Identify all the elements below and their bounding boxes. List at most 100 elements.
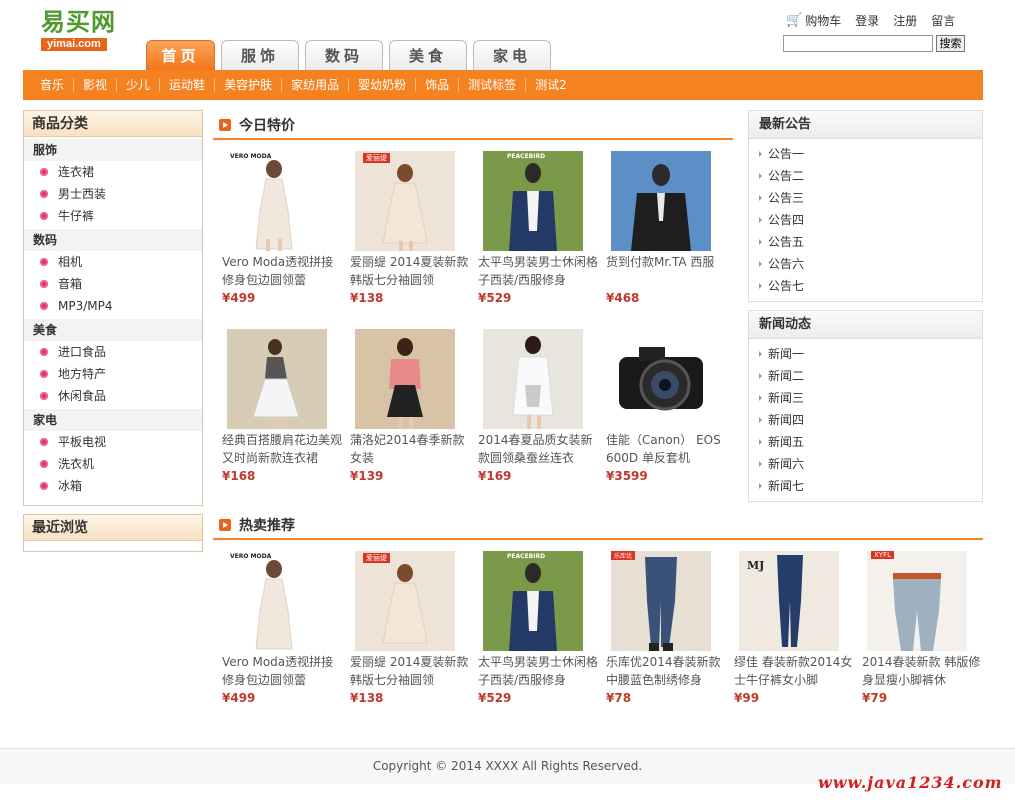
product-card[interactable]: 佳能（Canon） EOS 600D 单反套机 ¥3599 [606, 329, 726, 485]
product-name[interactable]: Vero Moda透视拼接修身包边圆领蕾 [222, 653, 342, 689]
product-image[interactable]: 爱丽缇 [355, 551, 455, 651]
product-image[interactable] [355, 329, 455, 429]
product-name[interactable]: 太平鸟男装男士休闲格子西装/西服修身 [478, 653, 598, 689]
product-name[interactable]: 货到付款Mr.TA 西服 [606, 253, 726, 289]
news-item[interactable]: 新闻五 [749, 431, 982, 453]
product-card[interactable]: 经典百搭腰肩花边美观又时尚新款连衣裙 ¥168 [222, 329, 342, 485]
news-title: 新闻动态 [749, 311, 982, 339]
sub-nav-item[interactable]: 测试标签 [459, 78, 527, 92]
category-item[interactable]: 牛仔裤 [24, 205, 202, 227]
category-head[interactable]: 美食 [24, 319, 202, 341]
product-name[interactable]: 缪佳 春装新款2014女士牛仔裤女小脚 [734, 653, 854, 689]
site-logo[interactable]: 易买网 yimai.com [41, 8, 127, 52]
category-item[interactable]: 平板电视 [24, 431, 202, 453]
product-card[interactable]: PEACEBIRD 太平鸟男装男士休闲格子西装/西服修身 ¥529 [478, 151, 598, 307]
product-image[interactable] [227, 329, 327, 429]
tab-clothing[interactable]: 服饰 [221, 40, 299, 70]
product-card[interactable]: 爱丽缇 爱丽缇 2014夏装新款韩版七分袖圆领 ¥138 [350, 151, 470, 307]
notice-item[interactable]: 公告一 [749, 143, 982, 165]
sub-nav-item[interactable]: 家纺用品 [282, 78, 350, 92]
product-name[interactable]: 2014春装新款 韩版修身显瘦小脚裤休 [862, 653, 982, 689]
category-item[interactable]: 音箱 [24, 273, 202, 295]
product-card[interactable]: 乐库优 乐库优2014春装新款中腰蓝色制绣修身 ¥78 [606, 551, 726, 707]
product-image[interactable]: 乐库优 [611, 551, 711, 651]
category-head[interactable]: 服饰 [24, 139, 202, 161]
sub-nav-item[interactable]: 运动鞋 [160, 78, 216, 92]
arrow-right-icon [759, 261, 762, 267]
section-arrow-icon [219, 519, 231, 531]
product-card[interactable]: 2014春夏品质女装新款圆领桑蚕丝连衣 ¥169 [478, 329, 598, 485]
product-image[interactable]: XYFL [867, 551, 967, 651]
product-card[interactable]: PEACEBIRD 太平鸟男装男士休闲格子西装/西服修身 ¥529 [478, 551, 598, 707]
register-link[interactable]: 注册 [893, 12, 917, 29]
product-image[interactable] [611, 329, 711, 429]
product-name[interactable]: 爱丽缇 2014夏装新款韩版七分袖圆领 [350, 653, 470, 689]
category-item[interactable]: 男士西装 [24, 183, 202, 205]
search-input[interactable] [783, 35, 933, 52]
news-item[interactable]: 新闻一 [749, 343, 982, 365]
product-name[interactable]: 蒲洛妃2014春季新款女装 [350, 431, 470, 467]
sub-nav-item[interactable]: 音乐 [31, 78, 75, 92]
product-image[interactable] [483, 329, 583, 429]
login-link[interactable]: 登录 [855, 12, 879, 29]
product-name[interactable]: 经典百搭腰肩花边美观又时尚新款连衣裙 [222, 431, 342, 467]
product-image[interactable] [611, 151, 711, 251]
search-button[interactable]: 搜索 [936, 35, 965, 52]
product-card[interactable]: XYFL 2014春装新款 韩版修身显瘦小脚裤休 ¥79 [862, 551, 982, 707]
sub-nav-item[interactable]: 少儿 [117, 78, 161, 92]
cart-link[interactable]: 🛒 购物车 [786, 12, 841, 29]
product-card[interactable]: 蒲洛妃2014春季新款女装 ¥139 [350, 329, 470, 485]
sub-nav-item[interactable]: 饰品 [416, 78, 460, 92]
category-head[interactable]: 数码 [24, 229, 202, 251]
notice-item[interactable]: 公告六 [749, 253, 982, 275]
category-item[interactable]: 休闲食品 [24, 385, 202, 407]
category-item[interactable]: 洗衣机 [24, 453, 202, 475]
arrow-right-icon [759, 373, 762, 379]
category-item[interactable]: 进口食品 [24, 341, 202, 363]
message-link[interactable]: 留言 [931, 12, 955, 29]
category-item[interactable]: 相机 [24, 251, 202, 273]
sub-nav-item[interactable]: 影视 [74, 78, 118, 92]
product-image[interactable]: VERO MODA [222, 551, 322, 651]
product-image[interactable]: PEACEBIRD [483, 151, 583, 251]
category-item[interactable]: 连衣裙 [24, 161, 202, 183]
notice-item[interactable]: 公告五 [749, 231, 982, 253]
product-image[interactable]: 爱丽缇 [355, 151, 455, 251]
news-item[interactable]: 新闻七 [749, 475, 982, 497]
category-head[interactable]: 家电 [24, 409, 202, 431]
notice-item[interactable]: 公告七 [749, 275, 982, 297]
tab-digital[interactable]: 数码 [305, 40, 383, 70]
tab-appliance[interactable]: 家电 [473, 40, 551, 70]
news-item[interactable]: 新闻六 [749, 453, 982, 475]
product-image[interactable]: MJ [739, 551, 839, 651]
bullet-icon [40, 212, 48, 220]
category-item[interactable]: 地方特产 [24, 363, 202, 385]
product-name[interactable]: 佳能（Canon） EOS 600D 单反套机 [606, 431, 726, 467]
product-name[interactable]: 爱丽缇 2014夏装新款韩版七分袖圆领 [350, 253, 470, 289]
sub-nav-item[interactable]: 婴幼奶粉 [349, 78, 417, 92]
news-item[interactable]: 新闻四 [749, 409, 982, 431]
notice-item[interactable]: 公告四 [749, 209, 982, 231]
bullet-icon [40, 280, 48, 288]
product-card[interactable]: VERO MODA Vero Moda透视拼接修身包边圆领蕾 ¥499 [222, 151, 342, 307]
tab-food[interactable]: 美食 [389, 40, 467, 70]
notice-item[interactable]: 公告二 [749, 165, 982, 187]
category-item[interactable]: MP3/MP4 [24, 295, 202, 317]
product-name[interactable]: Vero Moda透视拼接修身包边圆领蕾 [222, 253, 342, 289]
product-card[interactable]: VERO MODA Vero Moda透视拼接修身包边圆领蕾 ¥499 [222, 551, 342, 707]
product-name[interactable]: 太平鸟男装男士休闲格子西装/西服修身 [478, 253, 598, 289]
product-card[interactable]: MJ 缪佳 春装新款2014女士牛仔裤女小脚 ¥99 [734, 551, 854, 707]
product-name[interactable]: 乐库优2014春装新款中腰蓝色制绣修身 [606, 653, 726, 689]
product-image[interactable]: VERO MODA [222, 151, 322, 251]
product-image[interactable]: PEACEBIRD [483, 551, 583, 651]
notice-item[interactable]: 公告三 [749, 187, 982, 209]
product-card[interactable]: 货到付款Mr.TA 西服 ¥468 [606, 151, 726, 307]
product-card[interactable]: 爱丽缇 爱丽缇 2014夏装新款韩版七分袖圆领 ¥138 [350, 551, 470, 707]
sub-nav-item[interactable]: 测试2 [526, 78, 576, 92]
news-item[interactable]: 新闻三 [749, 387, 982, 409]
news-item[interactable]: 新闻二 [749, 365, 982, 387]
category-item[interactable]: 冰箱 [24, 475, 202, 497]
tab-home[interactable]: 首页 [146, 40, 215, 70]
product-name[interactable]: 2014春夏品质女装新款圆领桑蚕丝连衣 [478, 431, 598, 467]
sub-nav-item[interactable]: 美容护肤 [215, 78, 283, 92]
